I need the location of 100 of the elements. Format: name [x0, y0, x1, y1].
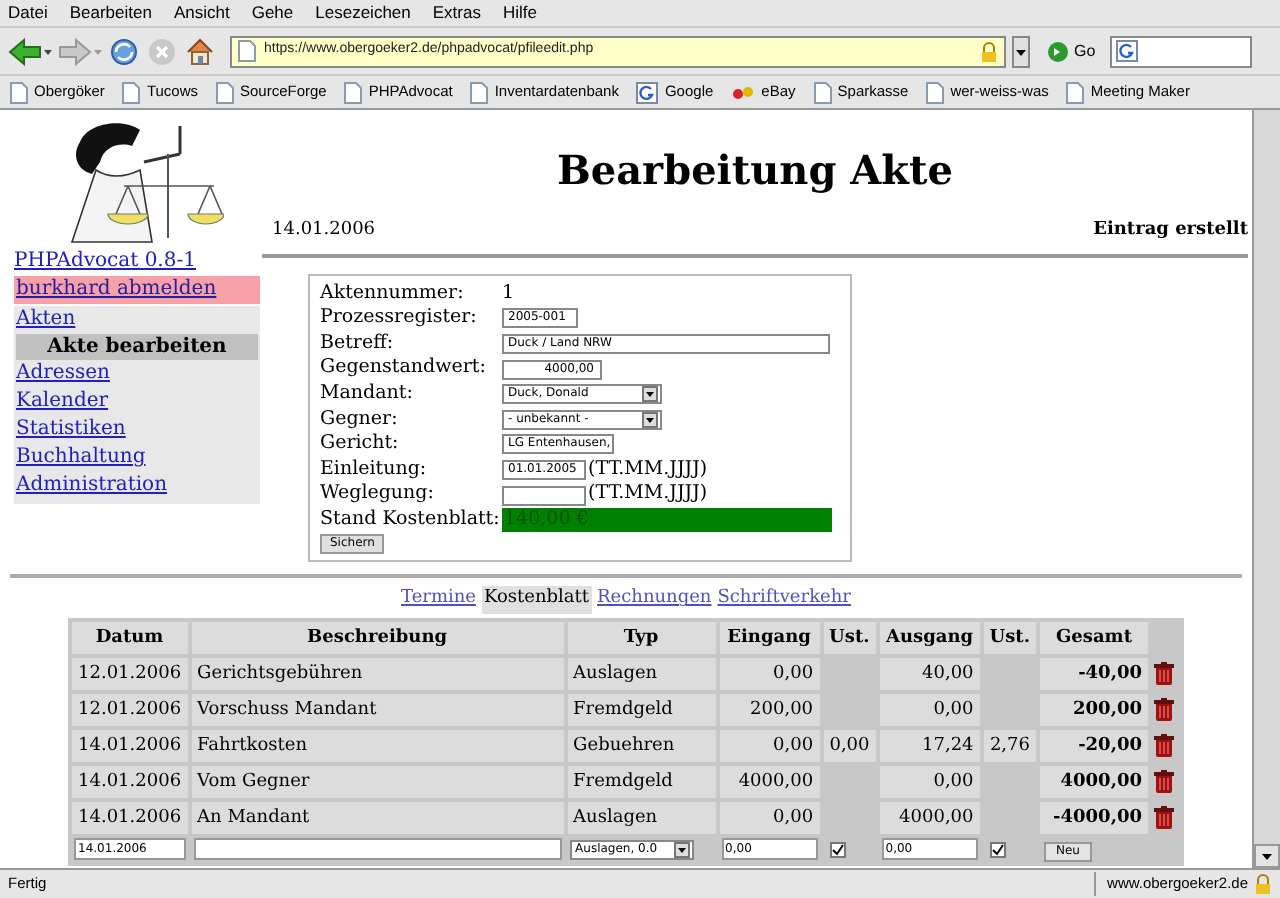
page-icon — [238, 40, 256, 62]
field-label: Weglegung: — [320, 480, 436, 509]
field-label: Gegner: — [320, 405, 400, 433]
menu-item[interactable]: Ansicht — [173, 0, 230, 26]
dropdown-arrow-icon — [673, 841, 690, 858]
column-header: Gesamt — [1039, 621, 1148, 654]
page-icon — [344, 81, 363, 103]
menu-item[interactable]: Lesezeichen — [315, 0, 411, 26]
field-label: Betreff: — [320, 329, 396, 357]
table-cell: Auslagen — [567, 801, 716, 834]
date-format-hint: (TT.MM.JJJJ) — [588, 455, 708, 483]
dropdown-arrow-icon — [642, 411, 658, 428]
google-g-icon — [636, 81, 659, 103]
sidebar-item[interactable]: Akte bearbeiten — [16, 334, 258, 360]
page-icon — [470, 81, 489, 103]
menu-item[interactable]: Extras — [432, 0, 481, 26]
sidebar-item[interactable]: Buchhaltung — [14, 444, 260, 472]
checkmark-icon — [831, 843, 844, 856]
menu-item[interactable]: Datei — [8, 0, 48, 26]
column-header: Typ — [567, 621, 716, 654]
sidebar-item[interactable]: Statistiken — [14, 416, 260, 444]
sidebar-item[interactable]: Kalender — [14, 388, 260, 416]
column-header: Ausgang — [879, 621, 980, 654]
table-cell: Gebuehren — [567, 729, 716, 762]
tab[interactable]: Termine — [401, 586, 476, 614]
table-cell: 14.01.2006 — [72, 801, 188, 834]
table-cell: 0,00 — [719, 801, 820, 834]
menu-item[interactable]: Hilfe — [502, 0, 537, 26]
table-cell: 200,00 — [1039, 693, 1148, 726]
description-input[interactable] — [193, 838, 562, 861]
field-label: Stand Kostenblatt: — [320, 506, 502, 535]
file-number: 1 — [502, 279, 515, 308]
table-cell: 200,00 — [719, 693, 820, 726]
page-icon — [122, 81, 141, 103]
page-icon — [10, 81, 28, 103]
field-label: Mandant: — [320, 380, 415, 409]
menu-item[interactable]: Bearbeiten — [69, 0, 152, 26]
trash-can-icon[interactable] — [1153, 733, 1174, 758]
logout-link[interactable]: burkhard abmelden — [14, 276, 260, 304]
tab[interactable]: Rechnungen — [597, 586, 712, 614]
dropdown-arrow-icon — [642, 386, 658, 403]
table-cell: 14.01.2006 — [72, 765, 188, 798]
table-cell: Vom Gegner — [191, 765, 564, 798]
trash-can-icon[interactable] — [1153, 697, 1174, 722]
table-cell: Fremdgeld — [567, 693, 716, 726]
page-icon — [216, 81, 234, 103]
date-text: 14.01.2006 — [270, 218, 376, 244]
column-header: Ust. — [823, 621, 876, 654]
table-cell: 17,24 — [879, 729, 980, 762]
tab[interactable]: Kostenblatt — [482, 586, 591, 614]
table-cell: 0,00 — [719, 729, 820, 762]
table-cell: -20,00 — [1039, 729, 1148, 762]
home-icon[interactable] — [184, 35, 216, 67]
back-arrow-icon[interactable] — [8, 37, 52, 65]
scrollbar[interactable] — [1252, 110, 1280, 868]
table-cell: 40,00 — [879, 657, 980, 690]
table-cell: 0,00 — [719, 657, 820, 690]
search-field[interactable] — [1109, 35, 1252, 67]
checkbox[interactable] — [829, 841, 846, 858]
table-cell: 0,00 — [879, 765, 980, 798]
menu-item[interactable]: Gehe — [251, 0, 294, 26]
field-label: Prozessregister: — [320, 304, 479, 333]
column-header: Ust. — [983, 621, 1036, 654]
table-cell: 14.01.2006 — [72, 729, 188, 762]
sidebar-item[interactable]: Akten — [14, 306, 260, 334]
trash-can-icon[interactable] — [1153, 769, 1174, 794]
ebay-icon — [731, 83, 756, 101]
column-header: Datum — [72, 621, 188, 654]
table-cell: Fremdgeld — [567, 765, 716, 798]
sidebar-item[interactable]: Adressen — [14, 360, 260, 388]
table-cell: Auslagen — [567, 657, 716, 690]
table-cell: -40,00 — [1039, 657, 1148, 690]
table-cell: Gerichtsgebühren — [191, 657, 564, 690]
go-button[interactable]: Go — [1048, 39, 1096, 63]
checkmark-icon — [991, 843, 1004, 856]
action-text: Eintrag erstellt — [1093, 218, 1248, 244]
page-icon — [926, 81, 945, 103]
page-icon — [1066, 81, 1085, 103]
page-icon — [813, 81, 832, 103]
field-label: Einleitung: — [320, 455, 429, 483]
table-cell: 4000,00 — [879, 801, 980, 834]
table-cell: 2,76 — [983, 729, 1036, 762]
table-cell: Fahrtkosten — [191, 729, 564, 762]
google-g-icon — [1115, 40, 1138, 62]
sidebar-item[interactable]: Administration — [14, 472, 260, 500]
field-label: Aktennummer: — [320, 279, 466, 308]
tab[interactable]: Schriftverkehr — [717, 586, 851, 614]
table-cell: -4000,00 — [1039, 801, 1148, 834]
page-title: Bearbeitung Akte — [554, 146, 956, 194]
trash-can-icon[interactable] — [1153, 805, 1174, 830]
column-header: Eingang — [719, 621, 820, 654]
input-field[interactable] — [502, 485, 586, 506]
table-cell: 0,00 — [823, 729, 876, 762]
field-label: Gericht: — [320, 430, 401, 459]
reload-icon[interactable] — [108, 35, 140, 67]
field-label: Gegenstandwert: — [320, 354, 488, 383]
table-cell: 4000,00 — [1039, 765, 1148, 798]
trash-can-icon[interactable] — [1153, 661, 1174, 686]
version-link[interactable]: PHPAdvocat 0.8-1 — [14, 250, 262, 274]
checkbox[interactable] — [989, 841, 1006, 858]
